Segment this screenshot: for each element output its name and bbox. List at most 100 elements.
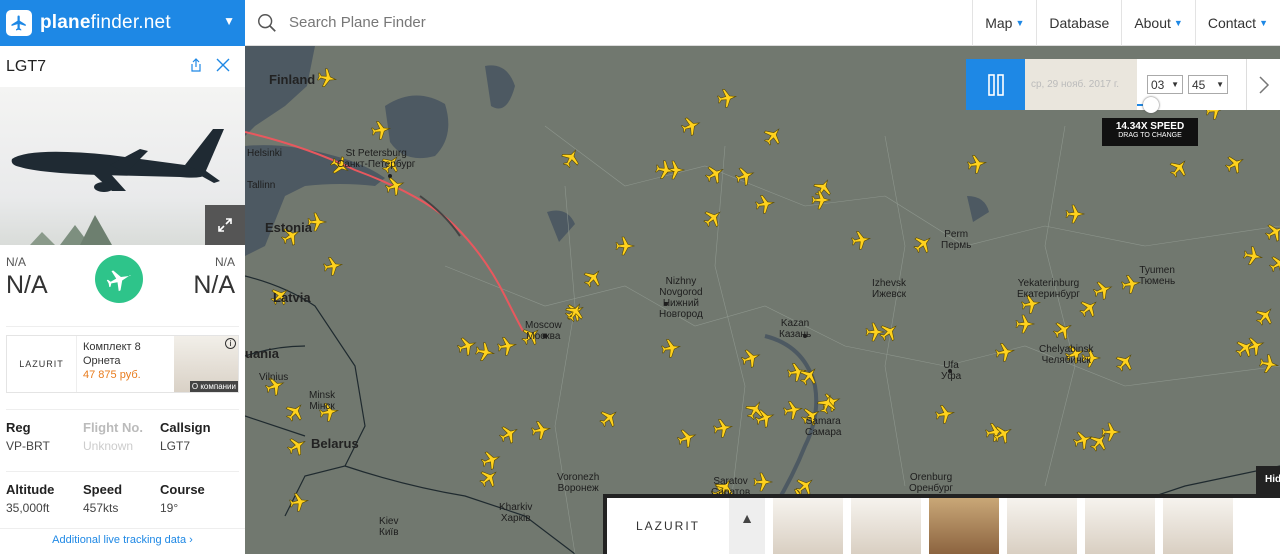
brand-logo: planefinder.net bbox=[40, 12, 171, 33]
flight-number-label: Flight No. bbox=[83, 420, 143, 435]
playback-date[interactable]: ср, 29 нояб. 2017 г. bbox=[1025, 59, 1137, 110]
share-icon[interactable] bbox=[189, 58, 203, 77]
chevron-down-icon: ▼ bbox=[1259, 18, 1268, 28]
arrow-up-icon[interactable]: ▲ bbox=[729, 498, 765, 554]
altitude-value: 35,000ft bbox=[6, 501, 50, 515]
ad-product-image[interactable] bbox=[1085, 498, 1155, 554]
chevron-down-icon: ▼ bbox=[1173, 18, 1183, 28]
reg-value: VP-BRT bbox=[6, 439, 50, 453]
country-label-estonia: Estonia bbox=[265, 220, 312, 235]
route-summary: N/A N/A N/A N/A bbox=[6, 245, 239, 327]
city-label-nizhny-novgorod: Nizhny Novgorod Нижний Новгород bbox=[659, 276, 703, 320]
city-label-kiev: Kiev Київ bbox=[379, 516, 399, 538]
ad-price: 47 875 руб. bbox=[83, 369, 141, 381]
ad-product-image[interactable] bbox=[1163, 498, 1233, 554]
hour-select[interactable]: 03 ▼ bbox=[1147, 75, 1183, 94]
chevron-down-icon: ▼ bbox=[223, 14, 235, 28]
course-label: Course bbox=[160, 482, 205, 497]
city-label-vilnius: Vilnius bbox=[259, 372, 289, 383]
ad-text: Комплект 8 Орнета 47 875 руб. bbox=[77, 336, 167, 392]
speed-slider-handle[interactable] bbox=[1143, 97, 1159, 113]
details-row-2: Altitude 35,000ft Speed 457kts Course 19… bbox=[6, 471, 239, 533]
logo-plane-icon bbox=[6, 10, 32, 36]
speed-badge: 14.34X SPEED DRAG TO CHANGE bbox=[1102, 118, 1198, 146]
callsign-field: Callsign LGT7 bbox=[160, 420, 237, 471]
chevron-down-icon: ▼ bbox=[1015, 18, 1025, 28]
top-bar: Map▼ Database About▼ Contact▼ bbox=[245, 0, 1280, 46]
country-label-belarus: Belarus bbox=[311, 436, 359, 451]
speed-value: 457kts bbox=[83, 501, 119, 515]
nav-database[interactable]: Database bbox=[1036, 0, 1121, 46]
sidebar-ad[interactable]: LAZURIT Комплект 8 Орнета 47 875 руб. О … bbox=[6, 335, 239, 393]
nav-contact[interactable]: Contact ▼ bbox=[1194, 0, 1280, 46]
chevron-right-icon: › bbox=[189, 534, 193, 546]
chevron-down-icon: ▼ bbox=[1216, 80, 1224, 89]
chevron-down-icon: ▼ bbox=[1171, 80, 1179, 89]
ad-brand-logo: LAZURIT bbox=[7, 336, 77, 392]
city-label-voronezh: Voronezh Воронеж bbox=[557, 472, 600, 494]
altitude-label: Altitude bbox=[6, 482, 55, 497]
callsign-value: LGT7 bbox=[160, 439, 191, 453]
ad-company-link[interactable]: О компании bbox=[189, 381, 238, 392]
city-label-samara: Samara Самара bbox=[805, 416, 842, 438]
city-label-yekaterinburg: Yekaterinburg Екатеринбург bbox=[1017, 278, 1080, 300]
city-label-st-petersburg: St Petersburg Санкт-Петербург bbox=[337, 148, 416, 170]
expand-icon[interactable] bbox=[205, 205, 245, 245]
flight-number-field: Flight No. Unknown bbox=[83, 420, 160, 471]
aircraft-photo[interactable] bbox=[0, 87, 245, 245]
hide-ad-button[interactable]: Hid bbox=[1256, 466, 1280, 494]
playback-control: ср, 29 нояб. 2017 г. 03 ▼ 45 ▼ bbox=[966, 59, 1280, 110]
main-nav: Map ▼ Database About ▼ Contact ▼ bbox=[972, 0, 1280, 46]
nav-about[interactable]: About ▼ bbox=[1121, 0, 1195, 46]
ad-product-image[interactable] bbox=[851, 498, 921, 554]
course-value: 19° bbox=[160, 501, 179, 515]
speed-label: Speed bbox=[83, 482, 123, 497]
city-label-perm: Perm Пермь bbox=[941, 229, 972, 251]
reg-label: Reg bbox=[6, 420, 31, 435]
bottom-ad-banner[interactable]: LAZURIT ▲ bbox=[603, 494, 1280, 554]
country-label-lithuania: uania bbox=[245, 346, 279, 361]
origin-airport: N/A bbox=[6, 271, 48, 299]
city-label-tallinn: Tallinn bbox=[247, 180, 276, 191]
details-row-1: Reg VP-BRT Flight No. Unknown Callsign L… bbox=[6, 409, 239, 471]
additional-data-link[interactable]: Additional live tracking data › bbox=[0, 528, 245, 554]
city-label-chelyabinsk: Chelyabinsk Челябинск bbox=[1039, 344, 1094, 366]
airborne-plane-icon bbox=[95, 255, 143, 303]
country-label-latvia: Latvia bbox=[273, 290, 311, 305]
altitude-field: Altitude 35,000ft bbox=[6, 482, 83, 533]
speed-field: Speed 457kts bbox=[83, 482, 160, 533]
destination-airport: N/A bbox=[193, 271, 235, 299]
city-label-helsinki: Helsinki bbox=[247, 148, 283, 159]
flight-number-value: Unknown bbox=[83, 439, 134, 453]
destination-code: N/A bbox=[214, 255, 235, 269]
app-root: planefinder.net ▼ Map▼ Database About▼ C… bbox=[0, 0, 1280, 554]
city-label-tyumen: Tyumen Тюмень bbox=[1139, 265, 1176, 287]
course-field: Course 19° bbox=[160, 482, 237, 533]
nav-map[interactable]: Map ▼ bbox=[972, 0, 1036, 46]
minute-select[interactable]: 45 ▼ bbox=[1188, 75, 1228, 94]
brand-menu[interactable]: planefinder.net ▼ bbox=[0, 0, 245, 46]
ad-title: Комплект 8 Орнета bbox=[83, 341, 141, 367]
ad-product-image[interactable] bbox=[773, 498, 843, 554]
city-label-ufa: Ufa Уфа bbox=[941, 360, 962, 382]
city-label-moscow: Moscow Москва bbox=[525, 320, 562, 342]
pause-button[interactable] bbox=[966, 59, 1025, 110]
origin-code: N/A bbox=[6, 255, 27, 269]
callsign-label: Callsign bbox=[160, 420, 211, 435]
ad-brand-logo: LAZURIT bbox=[635, 519, 700, 533]
city-label-minsk: Minsk Мінск bbox=[309, 390, 336, 412]
close-icon[interactable] bbox=[215, 57, 231, 78]
city-label-orenburg: Orenburg Оренбург bbox=[909, 472, 954, 494]
search-input[interactable] bbox=[289, 2, 989, 43]
city-label-kharkiv: Kharkiv Харків bbox=[499, 502, 533, 524]
search-icon[interactable] bbox=[245, 0, 289, 46]
reg-field: Reg VP-BRT bbox=[6, 420, 83, 471]
ad-product-image[interactable] bbox=[929, 498, 999, 554]
ad-info-icon[interactable]: i bbox=[225, 338, 236, 349]
flight-info-panel: LGT7 N/A N/A N/A N/A LAZURIT Комплект 8 … bbox=[0, 46, 245, 554]
ad-product-image[interactable] bbox=[1007, 498, 1077, 554]
country-label-finland: Finland bbox=[269, 72, 316, 87]
speed-value: 14.34X SPEED bbox=[1115, 121, 1185, 132]
panel-header: LGT7 bbox=[0, 46, 245, 87]
chevron-right-icon[interactable] bbox=[1246, 59, 1280, 110]
